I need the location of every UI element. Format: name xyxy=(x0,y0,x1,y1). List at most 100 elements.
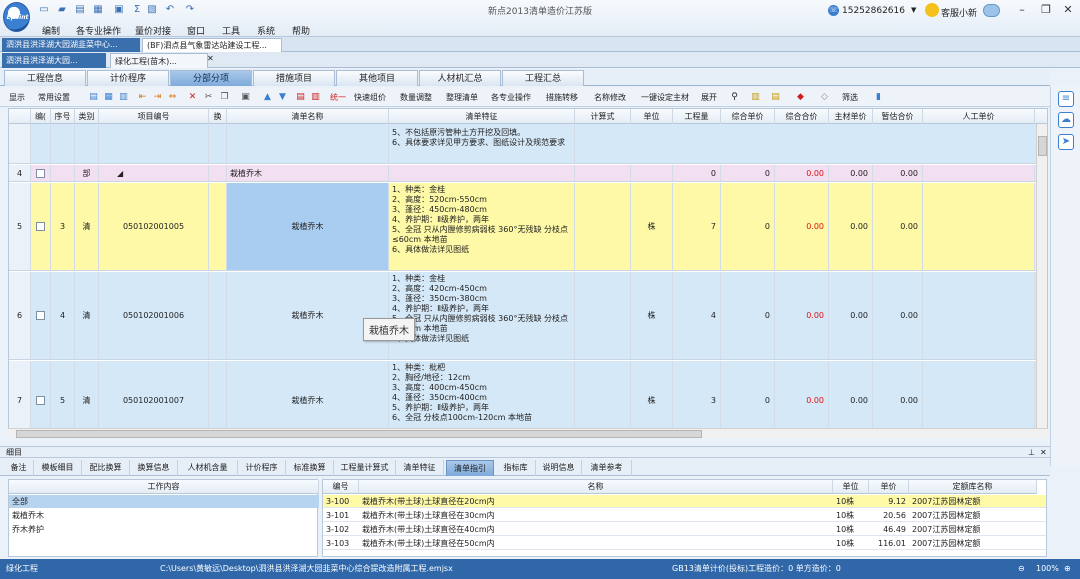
close-panel-icon[interactable]: ✕ xyxy=(1040,447,1047,458)
menu-window[interactable]: 窗口 xyxy=(187,24,205,37)
code-cell[interactable]: 050102001007 xyxy=(99,361,209,437)
expand-button[interactable]: 展开 xyxy=(701,91,717,104)
name-cell[interactable]: 栽植乔木 xyxy=(227,272,389,359)
tab-pricing[interactable]: 计价程序 xyxy=(87,70,169,86)
display-menu[interactable]: 显示 xyxy=(9,91,25,104)
service-label[interactable]: 客服小新 xyxy=(941,6,977,19)
tab-list-reference[interactable]: 清单参考 xyxy=(582,460,632,476)
specialty-ops-button[interactable]: 各专业操作 xyxy=(491,91,531,104)
tab-conversion-info[interactable]: 换算信息 xyxy=(130,460,178,476)
feature-cell[interactable]: 1、种类：金桂 2、高度：420cm-450cm 3、蓬径：350cm-380c… xyxy=(389,272,575,359)
doc-tab-1[interactable]: 泗洪县洪泽湖大园湖韭菜中心... xyxy=(2,38,140,52)
list-item[interactable]: 栽植乔木 xyxy=(9,509,319,522)
quick-price-button[interactable]: 快速组价 xyxy=(354,91,386,104)
lock-icon[interactable]: ▥ xyxy=(750,92,761,103)
service-avatar-icon[interactable] xyxy=(925,3,939,17)
qty-cell[interactable]: 3 xyxy=(673,361,721,437)
tab-description[interactable]: 说明信息 xyxy=(536,460,582,476)
chart-icon[interactable]: ▮ xyxy=(873,92,884,103)
split-icon[interactable]: ▤ xyxy=(295,92,306,103)
fill-color-icon[interactable]: ◆ xyxy=(795,92,806,103)
move-right-icon[interactable]: ⇥ xyxy=(152,92,163,103)
menu-quantity[interactable]: 量价对接 xyxy=(135,24,171,37)
table-row[interactable]: 7 5 清 050102001007 栽植乔木 1、种类：枇杷 2、胸径/地径：… xyxy=(9,361,1047,437)
paste-icon[interactable]: ▣ xyxy=(240,92,251,103)
tab-measures[interactable]: 措施项目 xyxy=(253,70,335,86)
zoom-plus-icon[interactable]: ⊕ xyxy=(1064,559,1071,579)
table-row[interactable]: 3-101 栽植乔木(带土球)土球直径在30cm内 10株 20.56 2007… xyxy=(323,509,1046,522)
tab-list-guide[interactable]: 清单指引 xyxy=(446,460,494,476)
indent-icon[interactable]: ⇔ xyxy=(167,92,178,103)
qty-cell[interactable]: 4 xyxy=(673,272,721,359)
phone-number[interactable]: 15252862616 xyxy=(842,6,905,16)
cloud-upload-icon[interactable]: ☁ xyxy=(1058,112,1074,128)
code-cell[interactable]: 050102001006 xyxy=(99,272,209,359)
menu-system[interactable]: 系统 xyxy=(257,24,275,37)
table-row[interactable]: 3-103 栽植乔木(带土球)土球直径在50cm内 10株 116.01 200… xyxy=(323,537,1046,550)
qty-adjust-button[interactable]: 数量调整 xyxy=(400,91,432,104)
move-left-icon[interactable]: ⇤ xyxy=(137,92,148,103)
binoculars-icon[interactable]: ⚲ xyxy=(729,92,740,103)
name-cell[interactable]: 栽植乔木 xyxy=(227,183,389,270)
merge-icon[interactable]: ▥ xyxy=(310,92,321,103)
vertical-scrollbar[interactable] xyxy=(1036,124,1047,428)
up-arrow-icon[interactable]: ▲ xyxy=(262,92,273,103)
add-row-icon[interactable]: ▦ xyxy=(103,92,114,103)
tab-notes[interactable]: 备注 xyxy=(4,460,34,476)
unlock-icon[interactable]: ▤ xyxy=(770,92,781,103)
detail-splitter[interactable]: 细目 ⊥ ✕ xyxy=(0,446,1050,458)
row-checkbox[interactable] xyxy=(36,311,45,320)
minimize-button[interactable]: – xyxy=(1012,2,1032,18)
filter-button[interactable]: 筛选 xyxy=(842,91,858,104)
tab-pricing-program[interactable]: 计价程序 xyxy=(238,460,286,476)
table-row[interactable]: 3-102 栽植乔木(带土球)土球直径在40cm内 10株 46.49 2007… xyxy=(323,523,1046,536)
list-icon[interactable]: ≡ xyxy=(1058,91,1074,107)
horizontal-scrollbar[interactable] xyxy=(8,428,1048,438)
pin-icon[interactable]: ⊥ xyxy=(1028,447,1035,458)
cut-icon[interactable]: ✂ xyxy=(203,92,214,103)
copy-row-icon[interactable]: ❐ xyxy=(219,92,230,103)
tab-template[interactable]: 模板细目 xyxy=(34,460,82,476)
tab-qty-formula[interactable]: 工程量计算式 xyxy=(334,460,396,476)
code-cell[interactable]: 050102001005 xyxy=(99,183,209,270)
horizontal-scroll-thumb[interactable] xyxy=(16,430,702,438)
table-row[interactable]: 5、不包括原污管种土方开挖及回填。 6、具体要求详见甲方要求、图纸设计及规范要求 xyxy=(9,124,1047,164)
collapse-triangle-icon[interactable]: ◢ xyxy=(117,169,123,178)
feature-cell[interactable]: 1、种类：金桂 2、高度：520cm-550cm 3、蓬径：450cm-480c… xyxy=(389,183,575,270)
table-row[interactable]: 4 部 ◢ 栽植乔木 0 0 0.00 0.00 0.00 xyxy=(9,165,1047,182)
tab-index-lib[interactable]: 指标库 xyxy=(496,460,536,476)
list-item[interactable]: 全部 xyxy=(9,495,319,508)
tab-features[interactable]: 清单特征 xyxy=(396,460,444,476)
tab-standard-conversion[interactable]: 标准换算 xyxy=(286,460,334,476)
list-item[interactable]: 乔木养护 xyxy=(9,523,319,536)
tab-material-content[interactable]: 人材机含量 xyxy=(178,460,238,476)
name-cell[interactable]: 栽植乔木 xyxy=(227,165,389,181)
tab-sub-items[interactable]: 分部分项 xyxy=(170,70,252,86)
down-arrow-icon[interactable]: ▼ xyxy=(277,92,288,103)
close-tab-icon[interactable]: ✕ xyxy=(207,54,214,63)
tidy-list-button[interactable]: 整理清单 xyxy=(446,91,478,104)
feature-cell[interactable]: 5、不包括原污管种土方开挖及回填。 6、具体要求详见甲方要求、图纸设计及规范要求 xyxy=(389,124,575,163)
menu-edit[interactable]: 编制 xyxy=(42,24,60,37)
restore-button[interactable]: ❐ xyxy=(1036,2,1056,18)
table-row[interactable]: 3-100 栽植乔木(带土球)土球直径在20cm内 10株 9.12 2007江… xyxy=(323,495,1046,508)
insert-icon[interactable]: ▤ xyxy=(88,92,99,103)
name-cell[interactable]: 栽植乔木 xyxy=(227,361,389,437)
close-button[interactable]: ✕ xyxy=(1058,2,1078,18)
cloud-icon[interactable] xyxy=(983,4,1000,17)
common-settings-menu[interactable]: 常用设置 xyxy=(38,91,70,104)
eraser-icon[interactable]: ◇ xyxy=(819,92,830,103)
unify-button[interactable]: 统一 xyxy=(330,91,346,104)
grid-icon[interactable]: ▥ xyxy=(118,92,129,103)
zoom-minus-icon[interactable]: ⊖ xyxy=(1018,559,1025,579)
row-checkbox[interactable] xyxy=(36,168,45,178)
delete-icon[interactable]: ✕ xyxy=(187,92,198,103)
menu-help[interactable]: 帮助 xyxy=(292,24,310,37)
dropdown-arrow-icon[interactable]: ▼ xyxy=(911,6,916,14)
tab-materials[interactable]: 人材机汇总 xyxy=(419,70,501,86)
vertical-scroll-thumb[interactable] xyxy=(1038,136,1047,156)
project-tab-1[interactable]: 泗洪县洪泽湖大园... xyxy=(2,53,106,68)
tab-ratio[interactable]: 配比换算 xyxy=(82,460,130,476)
qty-cell[interactable]: 0 xyxy=(673,165,721,181)
qty-cell[interactable]: 7 xyxy=(673,183,721,270)
